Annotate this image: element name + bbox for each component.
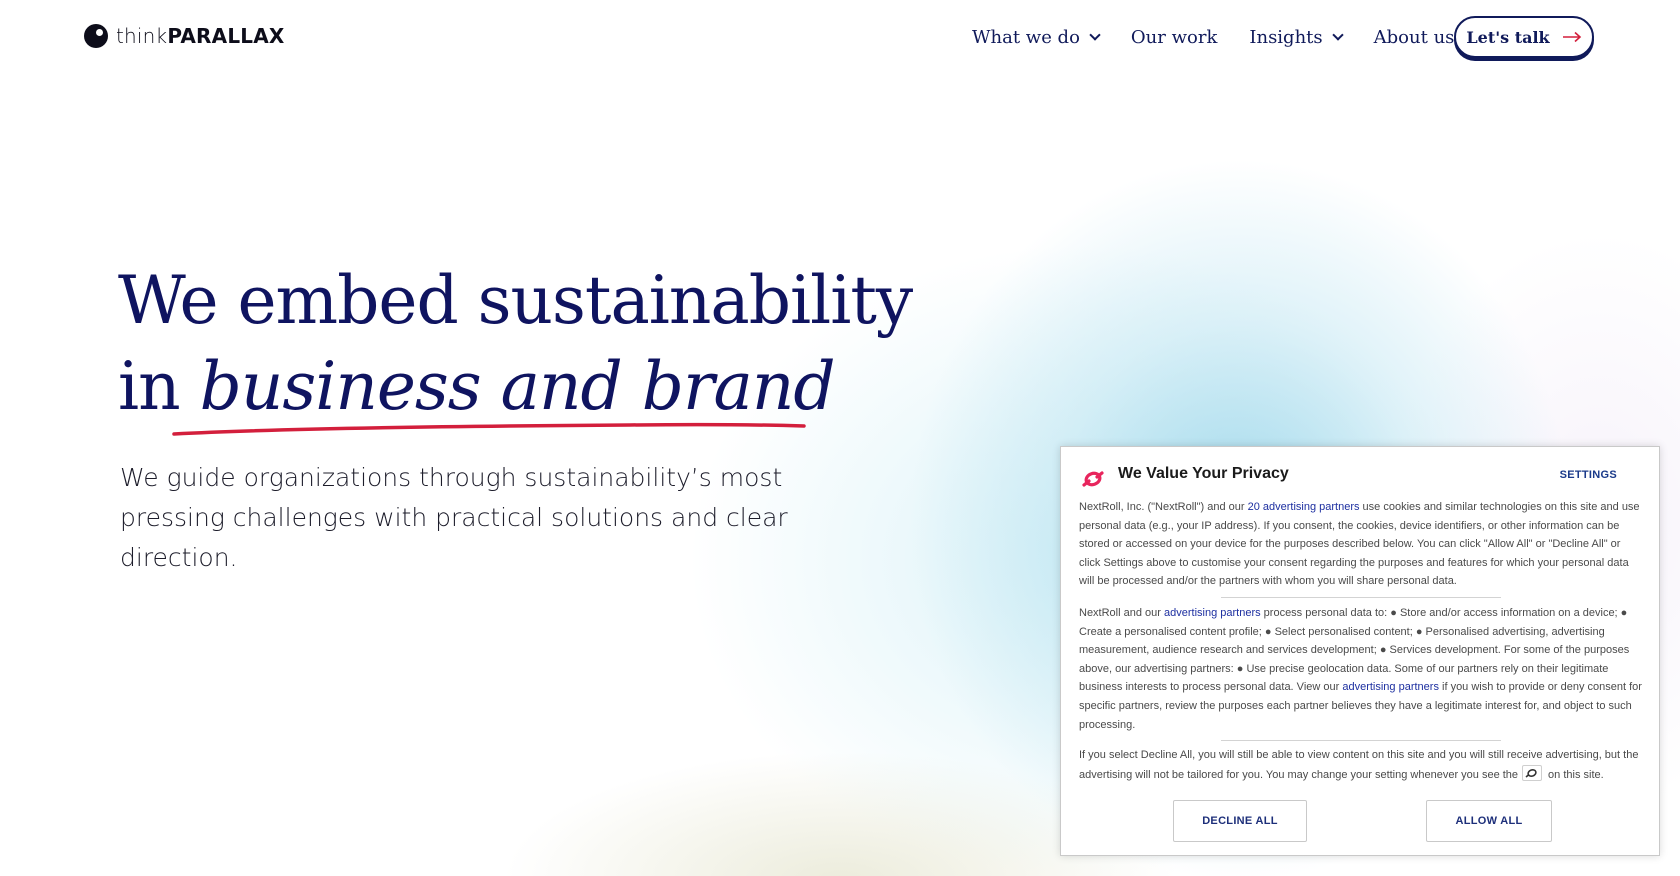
cookie-paragraph-3: If you select Decline All, you will stil…: [1079, 746, 1644, 784]
cookie-text: NextRoll and our: [1079, 607, 1164, 619]
decline-all-button[interactable]: DECLINE ALL: [1173, 800, 1307, 842]
hero-heading: We embed sustainability in business and …: [118, 258, 913, 430]
lets-talk-button[interactable]: Let's talk: [1454, 16, 1594, 58]
hero-heading-emphasis: business and brand: [199, 348, 836, 425]
logo-think: think: [116, 24, 168, 48]
brush-underline: [172, 422, 806, 436]
chevron-down-icon: [1090, 31, 1099, 40]
cookie-paragraph-1: NextRoll, Inc. ("NextRoll") and our 20 a…: [1079, 498, 1644, 591]
cookie-divider: [1221, 740, 1501, 741]
cookie-consent-dialog: We Value Your Privacy SETTINGS NextRoll,…: [1060, 446, 1660, 856]
chevron-down-icon: [1333, 31, 1342, 40]
nav-label: About us: [1373, 26, 1455, 48]
nav-item-about-us[interactable]: About us: [1374, 24, 1455, 50]
parallax-logo-icon: [84, 24, 108, 48]
cookie-text: on this site.: [1548, 768, 1604, 781]
cookie-divider: [1221, 597, 1501, 598]
allow-all-button[interactable]: ALLOW ALL: [1426, 800, 1552, 842]
nav-item-what-we-do[interactable]: What we do: [972, 24, 1099, 50]
hero-heading-line-2: in business and brand: [118, 344, 912, 430]
cookie-settings-button[interactable]: SETTINGS: [1560, 469, 1617, 481]
advertising-partners-link[interactable]: 20 advertising partners: [1248, 501, 1360, 513]
cta-label: Let's talk: [1466, 27, 1550, 47]
cookie-text: NextRoll, Inc. ("NextRoll") and our: [1079, 501, 1248, 513]
advertising-partners-link[interactable]: advertising partners: [1164, 607, 1261, 619]
cookie-title: We Value Your Privacy: [1118, 465, 1289, 482]
hero-heading-line-1: We embed sustainability: [118, 262, 913, 339]
cookie-paragraph-2: NextRoll and our advertising partners pr…: [1079, 604, 1644, 734]
nav-item-our-work[interactable]: Our work: [1131, 24, 1217, 50]
nextroll-logo-icon: [1082, 471, 1104, 487]
nav-label: What we do: [972, 26, 1080, 48]
nav-item-insights[interactable]: Insights: [1249, 24, 1341, 50]
hero-subtitle: We guide organizations through sustainab…: [120, 463, 788, 572]
arrow-right-icon: [1562, 31, 1581, 43]
advertising-partners-link[interactable]: advertising partners: [1342, 681, 1439, 693]
nav-label: Our work: [1130, 26, 1218, 48]
hero-heading-prefix: in: [118, 348, 200, 425]
cookie-text: use cookies and similar technologies on …: [1079, 501, 1640, 588]
logo-parallax: PARALLAX: [167, 24, 285, 48]
site-logo[interactable]: thinkPARALLAX: [84, 24, 285, 48]
logo-wordmark: thinkPARALLAX: [116, 24, 285, 48]
main-nav: What we do Our work Insights About us: [972, 24, 1454, 50]
nav-label: Insights: [1249, 26, 1323, 48]
nextroll-badge-icon: [1522, 764, 1543, 781]
